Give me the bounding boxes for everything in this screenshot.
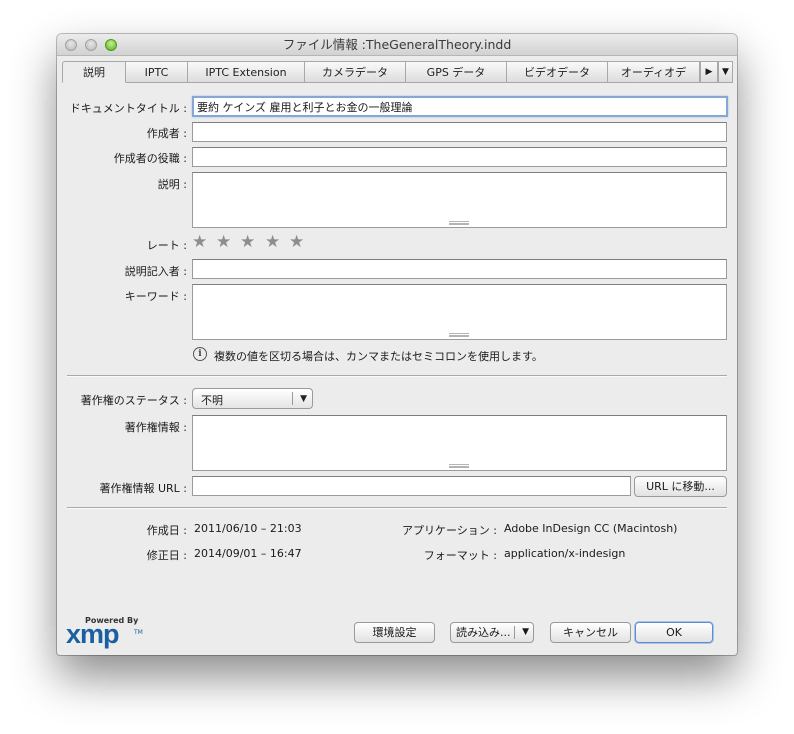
- title-bar: ファイル情報 :TheGeneralTheory.indd: [57, 34, 737, 56]
- star-icon[interactable]: ★: [240, 234, 255, 251]
- keywords-hint: 複数の値を区切る場合は、カンマまたはセミコロンを使用します。: [214, 350, 543, 363]
- document-title-value: 要約 ケインズ 雇用と利子とお金の一般理論: [197, 101, 413, 114]
- keywords-textarea[interactable]: [192, 284, 727, 340]
- author-title-label: 作成者の役職 :: [113, 152, 187, 165]
- tabs-menu-icon[interactable]: ▼: [718, 61, 733, 83]
- resize-grip-icon[interactable]: [449, 221, 469, 225]
- button-divider: [514, 626, 515, 639]
- document-title-field[interactable]: 要約 ケインズ 雇用と利子とお金の一般理論: [192, 96, 728, 117]
- xmp-logo: xmp: [66, 619, 120, 649]
- rating-stars: ★ ★ ★ ★ ★: [192, 234, 317, 252]
- rating-label: レート :: [146, 239, 187, 252]
- description-writer-field[interactable]: [192, 259, 727, 279]
- close-window-button[interactable]: [65, 39, 77, 51]
- description-label: 説明 :: [157, 178, 187, 191]
- description-writer-label: 説明記入者 :: [124, 265, 187, 278]
- tab-iptc-extension[interactable]: IPTC Extension: [188, 61, 305, 83]
- window-title: ファイル情報 :TheGeneralTheory.indd: [282, 37, 512, 52]
- document-title-label: ドキュメントタイトル :: [69, 102, 187, 115]
- zoom-window-button[interactable]: [105, 39, 117, 51]
- star-icon[interactable]: ★: [192, 234, 207, 251]
- keywords-label: キーワード :: [124, 290, 187, 303]
- section-divider: [67, 507, 727, 509]
- tab-audio-data[interactable]: オーディオデ: [608, 61, 700, 83]
- resize-grip-icon[interactable]: [449, 464, 469, 468]
- section-divider: [67, 375, 727, 377]
- tab-description[interactable]: 説明: [62, 61, 126, 83]
- ok-button[interactable]: OK: [635, 622, 713, 643]
- preferences-button[interactable]: 環境設定: [354, 622, 435, 643]
- author-label: 作成者 :: [146, 127, 187, 140]
- format-label: フォーマット :: [423, 549, 497, 562]
- created-label: 作成日 :: [146, 524, 187, 537]
- tab-gps-data[interactable]: GPS データ: [406, 61, 507, 83]
- import-button[interactable]: 読み込み... ▼: [450, 622, 534, 643]
- application-value: Adobe InDesign CC (Macintosh): [504, 522, 678, 535]
- format-value: application/x-indesign: [504, 547, 626, 560]
- created-value: 2011/06/10 – 21:03: [194, 522, 302, 535]
- author-title-field[interactable]: [192, 147, 727, 167]
- go-to-url-button[interactable]: URL に移動...: [634, 476, 727, 497]
- resize-grip-icon[interactable]: [449, 333, 469, 337]
- copyright-status-label: 著作権のステータス :: [80, 394, 187, 407]
- chevron-down-icon[interactable]: ▼: [522, 623, 529, 642]
- modified-label: 修正日 :: [146, 549, 187, 562]
- copyright-url-field[interactable]: [192, 476, 631, 496]
- description-textarea[interactable]: [192, 172, 727, 228]
- star-icon[interactable]: ★: [289, 234, 304, 251]
- star-icon[interactable]: ★: [216, 234, 231, 251]
- cancel-button[interactable]: キャンセル: [550, 622, 631, 643]
- minimize-window-button[interactable]: [85, 39, 97, 51]
- star-icon[interactable]: ★: [265, 234, 280, 251]
- copyright-url-label: 著作権情報 URL :: [99, 482, 187, 495]
- chevron-down-icon: ▼: [300, 394, 307, 404]
- copyright-status-value: 不明: [201, 394, 223, 407]
- copyright-status-select[interactable]: 不明 ▼: [192, 388, 313, 409]
- tabs-next-icon[interactable]: ▶: [700, 61, 718, 83]
- author-field[interactable]: [192, 122, 727, 142]
- modified-value: 2014/09/01 – 16:47: [194, 547, 302, 560]
- select-divider: [292, 392, 293, 405]
- file-info-dialog: ファイル情報 :TheGeneralTheory.indd 説明 IPTC IP…: [57, 34, 737, 655]
- application-label: アプリケーション :: [402, 524, 497, 537]
- tab-bar: 説明 IPTC IPTC Extension カメラデータ GPS データ ビデ…: [62, 61, 733, 83]
- tab-iptc[interactable]: IPTC: [126, 61, 188, 83]
- xmp-trademark: TM: [134, 629, 143, 636]
- tab-camera-data[interactable]: カメラデータ: [305, 61, 406, 83]
- info-icon: i: [193, 347, 207, 361]
- tab-video-data[interactable]: ビデオデータ: [507, 61, 608, 83]
- copyright-notice-label: 著作権情報 :: [124, 421, 187, 434]
- import-button-label: 読み込み...: [456, 626, 511, 639]
- copyright-notice-textarea[interactable]: [192, 415, 727, 471]
